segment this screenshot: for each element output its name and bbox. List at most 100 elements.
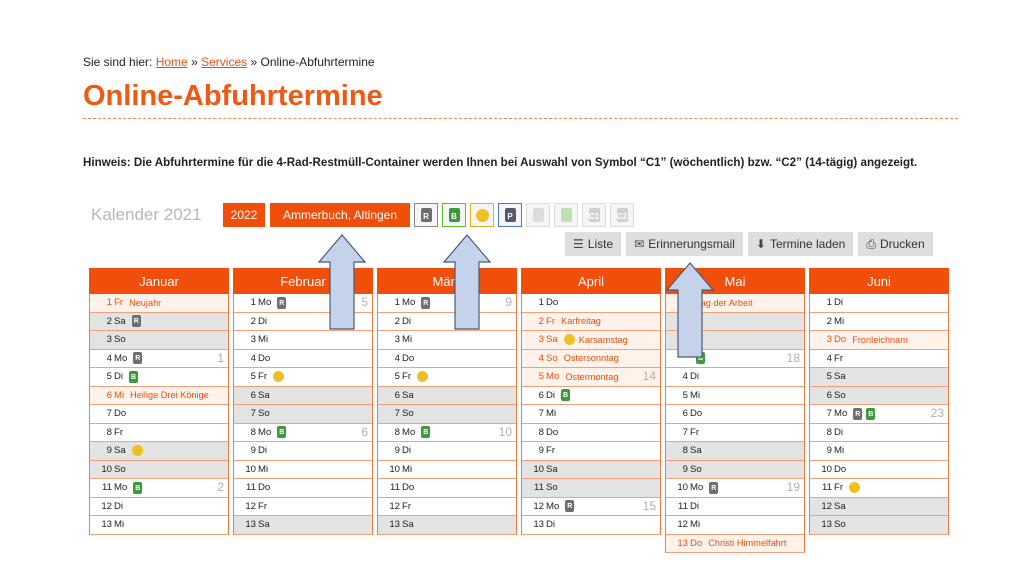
weekday: Mo	[258, 426, 272, 438]
day-row[interactable]: 12 Mi	[665, 516, 805, 535]
day-row[interactable]: 7 So	[233, 405, 373, 424]
day-row[interactable]: 9 Mi	[809, 442, 949, 461]
day-row[interactable]: 3 So	[89, 331, 229, 350]
breadcrumb-services-link[interactable]: Services	[201, 55, 247, 69]
day-row[interactable]: 4 Mo R 1	[89, 349, 229, 368]
weekday: So	[546, 482, 558, 494]
day-row[interactable]: 11 Do	[377, 479, 517, 498]
day-row[interactable]: 9 So	[665, 460, 805, 479]
day-row[interactable]: 2 Mi	[809, 312, 949, 331]
reminder-email-button[interactable]: ✉ Erinnerungsmail	[626, 232, 743, 256]
month-header: Januar	[89, 268, 229, 294]
day-row[interactable]: 2 Fr Karfreitag	[521, 312, 661, 331]
day-row[interactable]: 3 Mi	[377, 331, 517, 350]
day-row[interactable]: 6 So	[809, 386, 949, 405]
day-row[interactable]: 7 Fr	[665, 423, 805, 442]
day-row[interactable]: 8 Fr	[89, 423, 229, 442]
day-row[interactable]: 5 Mo Ostermontag 14	[521, 368, 661, 387]
day-row[interactable]: 3 Do Fronleichnam	[809, 331, 949, 350]
day-row[interactable]: 9 Di	[377, 442, 517, 461]
filter-papier-button[interactable]: P	[498, 203, 522, 227]
day-row[interactable]: 9 Di	[233, 442, 373, 461]
day-row[interactable]: 5 Di B	[89, 368, 229, 387]
day-row[interactable]: 2 Sa R	[89, 312, 229, 331]
day-row[interactable]: 12 Mo R 15	[521, 497, 661, 516]
day-row[interactable]: 13 So	[809, 516, 949, 535]
area-select-button[interactable]: Ammerbuch, Altingen	[270, 203, 410, 227]
breadcrumb-home-link[interactable]: Home	[156, 55, 188, 69]
day-row[interactable]: 8 Di	[809, 423, 949, 442]
day-row[interactable]: 4 Fr	[809, 349, 949, 368]
day-row[interactable]: 6 Di B	[521, 386, 661, 405]
download-dates-button[interactable]: ⬇ Termine laden	[747, 232, 854, 256]
day-row[interactable]: 3 Mi	[233, 331, 373, 350]
day-row[interactable]: 9 Fr	[521, 442, 661, 461]
day-row[interactable]: 13 Sa	[233, 516, 373, 535]
day-row[interactable]: 4 Do	[377, 349, 517, 368]
day-row[interactable]: 10 Mi	[377, 460, 517, 479]
year-2022-button[interactable]: 2022	[223, 203, 265, 227]
day-row[interactable]: 12 Di	[89, 497, 229, 516]
day-row[interactable]: 7 Mi	[521, 405, 661, 424]
print-button[interactable]: ⎙ Drucken	[858, 232, 933, 256]
day-row[interactable]: 4 Di	[665, 368, 805, 387]
day-row[interactable]: 11 Di	[665, 497, 805, 516]
holiday-name: Ostermontag	[565, 371, 619, 382]
week-number: 1	[217, 350, 224, 365]
day-row[interactable]: 7 Do	[89, 405, 229, 424]
day-row[interactable]: 7 Mo R B 23	[809, 405, 949, 424]
weekday: So	[690, 463, 702, 475]
day-row[interactable]: 12 Sa	[809, 497, 949, 516]
filter-bio-button[interactable]: B	[442, 203, 466, 227]
day-row[interactable]: 5 Fr	[377, 368, 517, 387]
day-row[interactable]: 10 Mi	[233, 460, 373, 479]
day-row[interactable]: 1 Di	[809, 294, 949, 313]
day-row[interactable]: 10 Do	[809, 460, 949, 479]
day-row[interactable]: 9 Sa	[89, 442, 229, 461]
day-row[interactable]: 8 Do	[521, 423, 661, 442]
day-row[interactable]: 11 Do	[233, 479, 373, 498]
day-row[interactable]: 13 Mi	[89, 516, 229, 535]
day-row[interactable]: 1 Do	[521, 294, 661, 313]
day-row[interactable]: 12 Fr	[233, 497, 373, 516]
day-row[interactable]: 5 Sa	[809, 368, 949, 387]
day-row[interactable]: 12 Fr	[377, 497, 517, 516]
day-row[interactable]: 6 Mi Heilige Drei Könige	[89, 386, 229, 405]
day-row[interactable]: 11 So	[521, 479, 661, 498]
filter-c2-button[interactable]: C2	[610, 203, 634, 227]
day-row[interactable]: 1 Fr Neujahr	[89, 294, 229, 313]
weekday: Di	[114, 371, 124, 383]
filter-restmuell-button[interactable]: R	[414, 203, 438, 227]
day-row[interactable]: 13 Do Christi Himmelfahrt	[665, 534, 805, 553]
day-row[interactable]: 6 Do	[665, 405, 805, 424]
day-row[interactable]: 10 Sa	[521, 460, 661, 479]
day-number: 6	[250, 389, 256, 401]
filter-gelber-sack-button[interactable]	[470, 203, 494, 227]
day-row[interactable]: 10 So	[89, 460, 229, 479]
day-row[interactable]: 4 Do	[233, 349, 373, 368]
day-row[interactable]: 8 Sa	[665, 442, 805, 461]
list-button[interactable]: ☰ Liste	[565, 232, 622, 256]
weekday: Mi	[690, 389, 701, 401]
filter-altkleider-button[interactable]	[526, 203, 550, 227]
day-row[interactable]: 13 Di	[521, 516, 661, 535]
day-row[interactable]: 3 Sa Karsamstag	[521, 331, 661, 350]
day-row[interactable]: 6 Sa	[233, 386, 373, 405]
day-row[interactable]: 7 So	[377, 405, 517, 424]
filter-papier-icon: P	[504, 208, 516, 222]
day-row[interactable]: 13 Sa	[377, 516, 517, 535]
annotation-arrow-reminder	[666, 262, 714, 358]
day-row[interactable]: 5 Mi	[665, 386, 805, 405]
day-row[interactable]: 4 So Ostersonntag	[521, 349, 661, 368]
restmuell-icon: R	[565, 500, 575, 513]
day-row[interactable]: 8 Mo B 10	[377, 423, 517, 442]
day-row[interactable]: 6 Sa	[377, 386, 517, 405]
breadcrumb: Sie sind hier: Home » Services » Online-…	[83, 55, 375, 69]
day-row[interactable]: 5 Fr	[233, 368, 373, 387]
day-row[interactable]: 11 Mo B 2	[89, 479, 229, 498]
day-row[interactable]: 11 Fr	[809, 479, 949, 498]
filter-c1-button[interactable]: C1	[582, 203, 606, 227]
filter-gruen-button[interactable]	[554, 203, 578, 227]
day-row[interactable]: 8 Mo B 6	[233, 423, 373, 442]
day-row[interactable]: 10 Mo R 19	[665, 479, 805, 498]
